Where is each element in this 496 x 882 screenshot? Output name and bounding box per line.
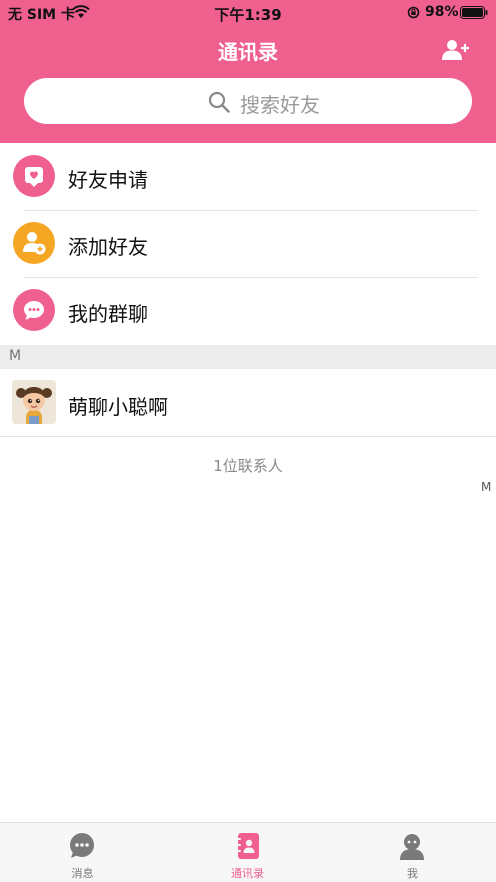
menu-label: 我的群聊 (68, 302, 148, 326)
menu-item-friend-requests[interactable]: 好友申请 (0, 144, 496, 210)
orientation-lock-icon (407, 6, 420, 19)
section-header: M (0, 345, 496, 369)
menu-item-my-groups[interactable]: 我的群聊 (0, 278, 496, 344)
menu-label: 添加好友 (68, 235, 148, 259)
add-contact-icon[interactable] (441, 38, 469, 62)
search-input[interactable]: 搜索好友 (24, 78, 472, 124)
profile-icon (400, 834, 424, 860)
message-icon (70, 833, 94, 858)
contact-row[interactable]: 萌聊小聪啊 (0, 369, 496, 436)
tab-label: 我 (407, 867, 418, 880)
divider (0, 436, 496, 437)
add-user-icon (13, 222, 55, 264)
tab-bar: 消息 通讯录 我 (0, 822, 496, 882)
contacts-book-icon (236, 833, 259, 859)
index-bar-letter[interactable]: M (481, 480, 491, 494)
battery-percent: 98% (425, 4, 459, 20)
search-placeholder: 搜索好友 (240, 93, 320, 117)
contact-name: 萌聊小聪啊 (68, 395, 168, 419)
cartoon-girl-avatar (12, 380, 56, 424)
status-bar: 无 SIM 卡 下午1:39 98% (0, 0, 496, 26)
status-time: 下午1:39 (214, 6, 282, 24)
contact-count: 1位联系人 (213, 457, 283, 475)
tab-label: 通讯录 (231, 867, 264, 880)
tab-me[interactable]: 我 (330, 823, 495, 882)
section-letter: M (9, 348, 22, 364)
battery-icon (460, 6, 488, 19)
tab-label: 消息 (71, 867, 94, 880)
search-icon (208, 91, 230, 113)
page-title: 通讯录 (218, 40, 278, 64)
menu-item-add-friend[interactable]: 添加好友 (0, 211, 496, 277)
tab-messages[interactable]: 消息 (0, 823, 165, 882)
heart-chat-icon (13, 155, 55, 197)
tab-contacts[interactable]: 通讯录 (165, 823, 330, 882)
header: 无 SIM 卡 下午1:39 98% 通讯录 搜索好友 (0, 0, 496, 143)
group-chat-icon (13, 289, 55, 331)
menu-label: 好友申请 (68, 168, 148, 192)
